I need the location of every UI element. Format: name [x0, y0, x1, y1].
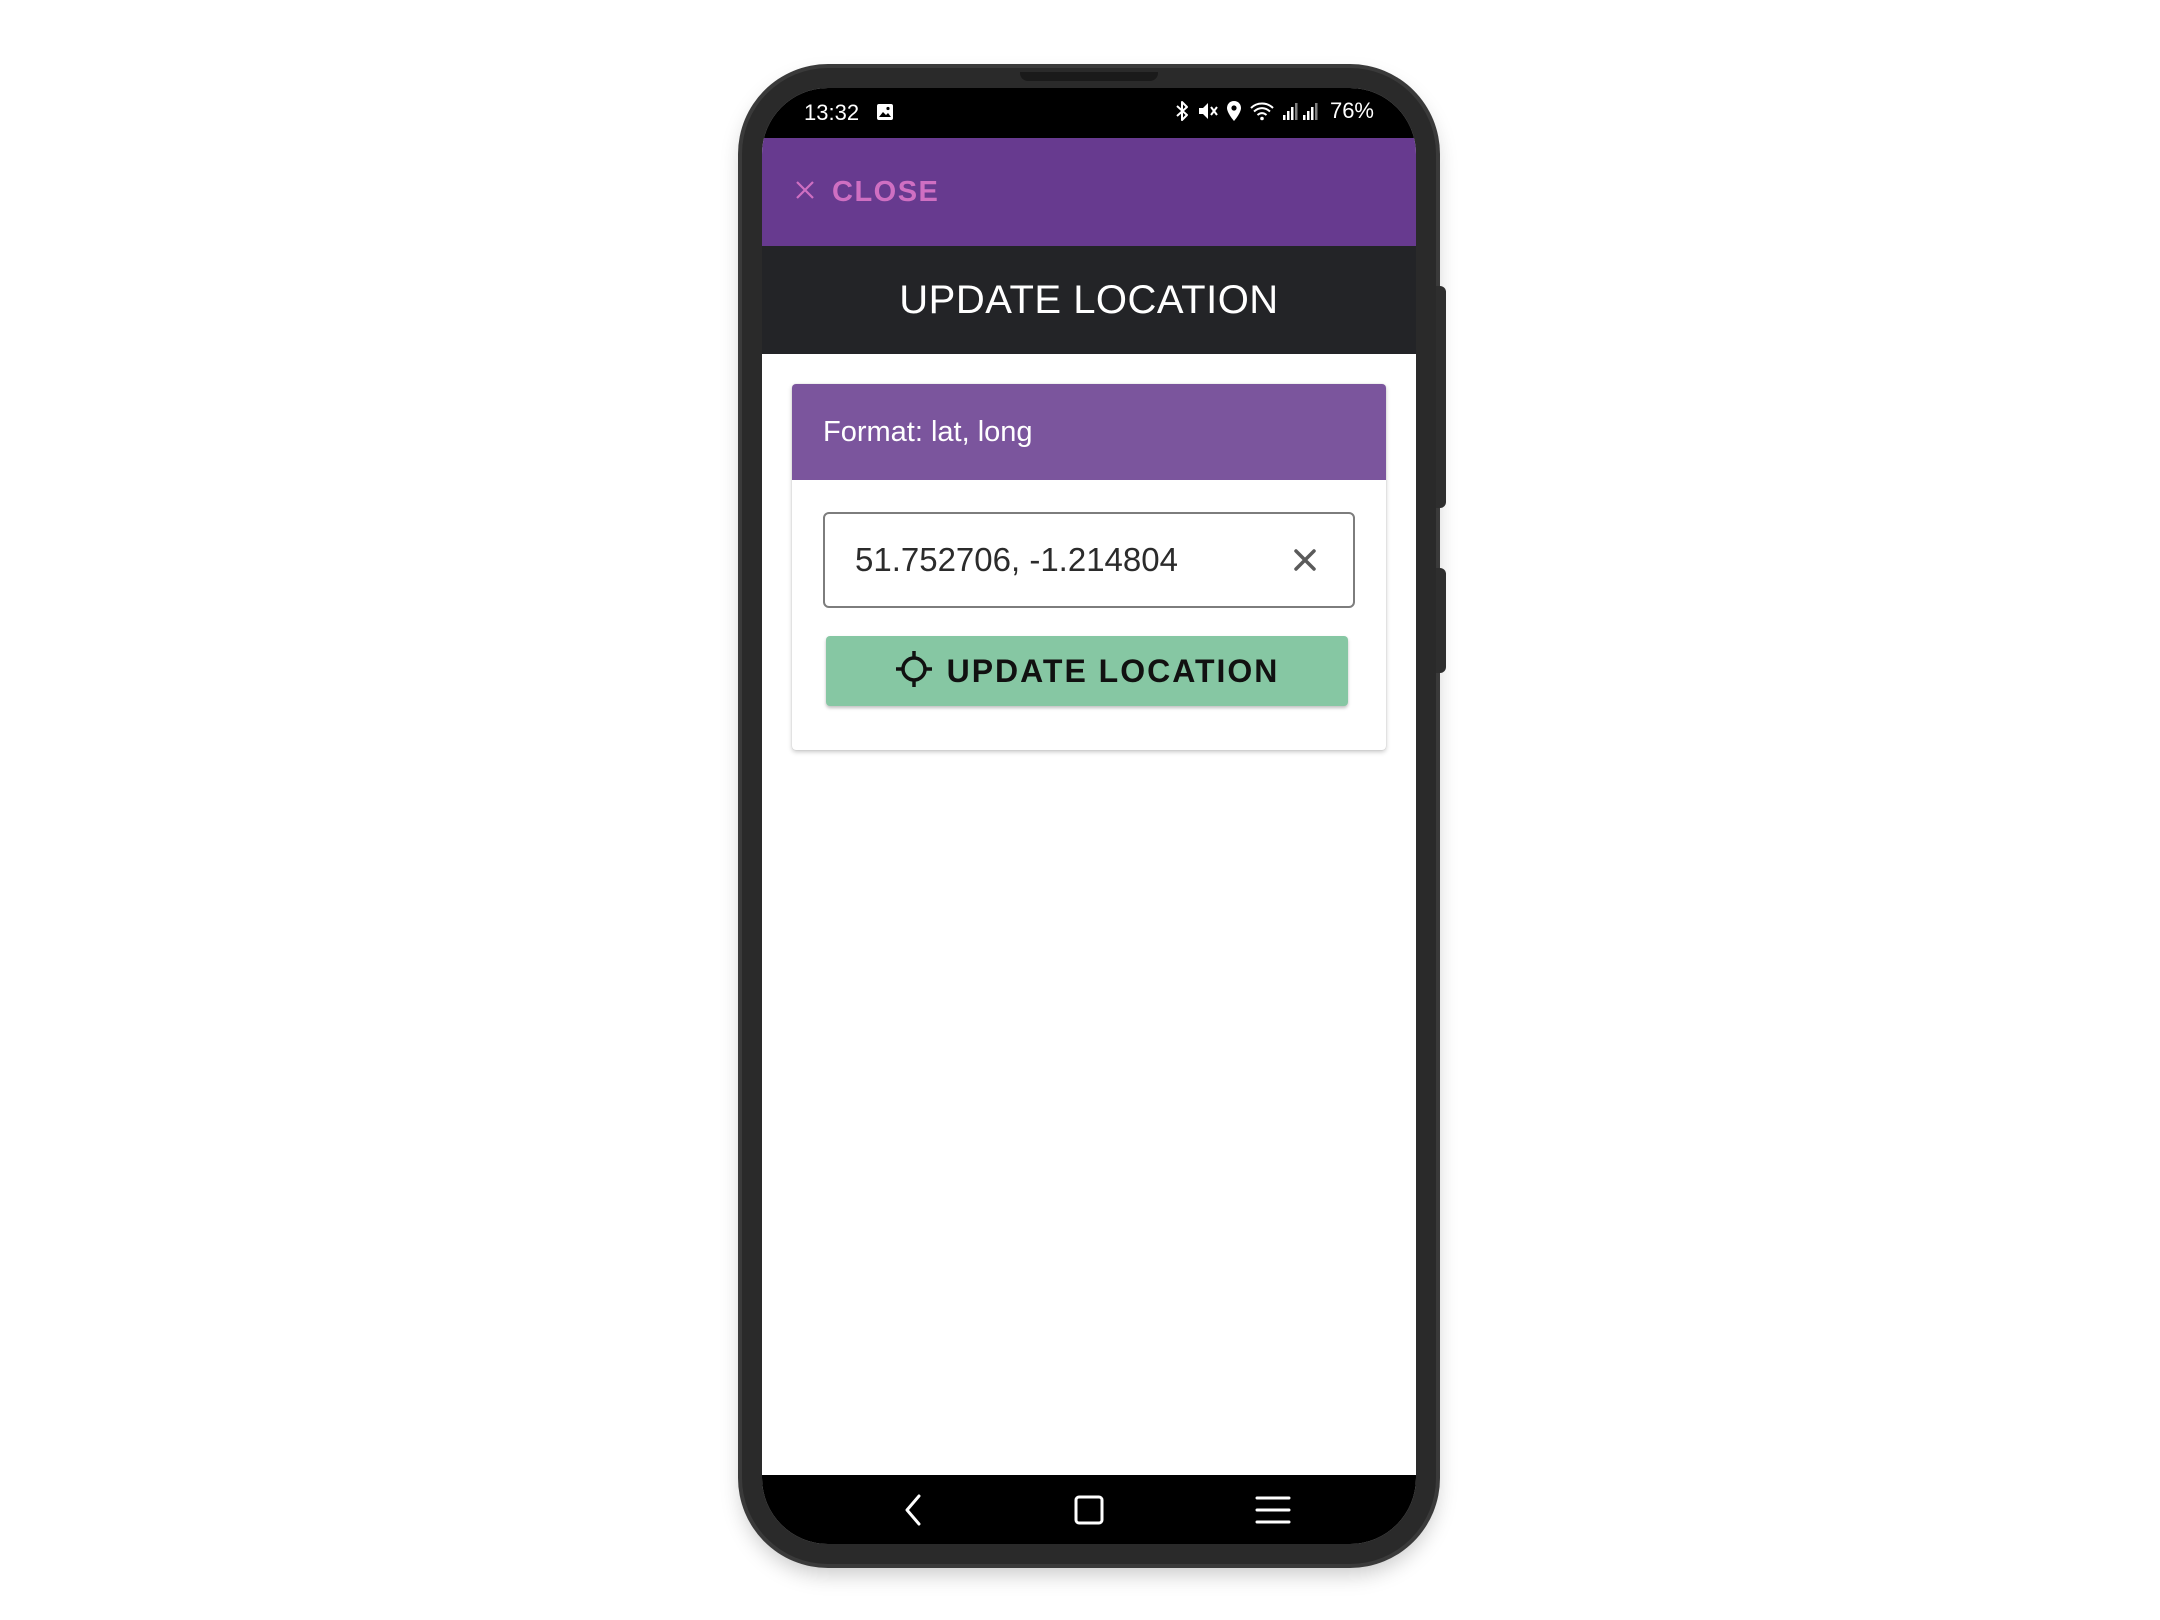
- format-hint: Format: lat, long: [823, 415, 1033, 448]
- mute-icon: [1197, 100, 1219, 122]
- update-location-button[interactable]: UPDATE LOCATION: [826, 636, 1348, 706]
- crosshair-icon: [895, 650, 933, 693]
- card-header: Format: lat, long: [792, 384, 1386, 480]
- update-location-label: UPDATE LOCATION: [946, 652, 1280, 689]
- clear-icon: [1294, 549, 1316, 571]
- bluetooth-icon: [1174, 100, 1190, 122]
- coordinates-field: [823, 512, 1355, 608]
- app-top-bar: CLOSE: [762, 138, 1416, 246]
- back-icon: [905, 1494, 921, 1526]
- wifi-icon: [1249, 100, 1275, 122]
- speaker-grille: [1020, 72, 1158, 81]
- stage: 13:32 76% CLOSE UPDATE LOCATION Format: …: [0, 0, 2160, 1620]
- signal-icon: [1282, 100, 1320, 122]
- home-button[interactable]: [1062, 1483, 1116, 1537]
- recents-button[interactable]: [1246, 1483, 1300, 1537]
- image-icon: [876, 103, 894, 121]
- close-button[interactable]: CLOSE: [794, 168, 939, 216]
- close-label: CLOSE: [832, 175, 940, 208]
- status-bar: 13:32 76%: [762, 88, 1416, 138]
- coordinates-input[interactable]: [855, 514, 1255, 606]
- system-nav-bar: [762, 1475, 1416, 1544]
- volume-button: [1436, 286, 1446, 508]
- home-icon: [1074, 1495, 1104, 1525]
- status-icons: 76%: [1174, 98, 1374, 124]
- clear-input-button[interactable]: [1287, 542, 1323, 578]
- location-icon: [1226, 100, 1242, 122]
- close-icon: [794, 179, 816, 206]
- status-time: 13:32: [804, 100, 860, 125]
- phone-screen: 13:32 76% CLOSE UPDATE LOCATION Format: …: [762, 88, 1416, 1544]
- recents-icon: [1255, 1496, 1291, 1524]
- back-button[interactable]: [886, 1483, 940, 1537]
- power-button: [1436, 568, 1446, 673]
- battery-level: 76%: [1329, 98, 1374, 123]
- page-title: UPDATE LOCATION: [899, 277, 1279, 322]
- title-bar: UPDATE LOCATION: [762, 246, 1416, 354]
- phone-frame: 13:32 76% CLOSE UPDATE LOCATION Format: …: [742, 68, 1446, 1564]
- location-card: Format: lat, long 51.752706, -1.214804 U…: [792, 384, 1386, 750]
